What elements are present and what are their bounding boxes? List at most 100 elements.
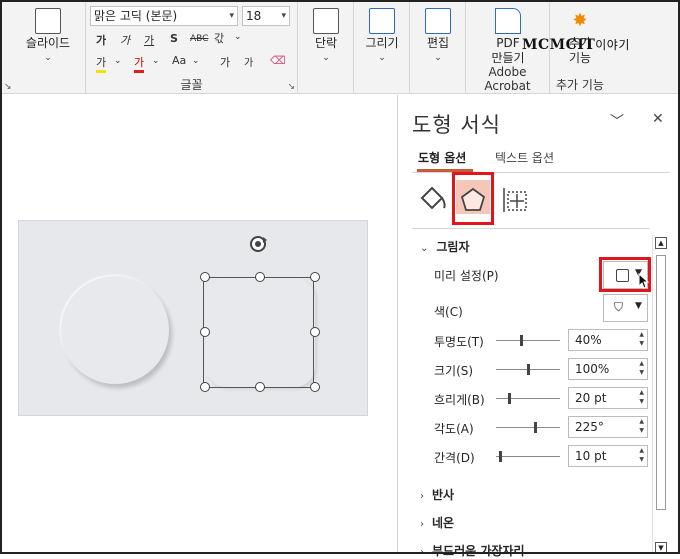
highlight-button[interactable]: 가 (96, 54, 107, 73)
drawing-button[interactable]: 그리기 ⌄ (360, 8, 404, 66)
paragraph-button[interactable]: 단락 ⌄ (306, 8, 346, 66)
underline-button[interactable]: 가 (144, 32, 154, 48)
dialog-launcher-icon[interactable]: ↘ (4, 82, 12, 92)
tab-divider (412, 172, 670, 173)
spinner-icon[interactable]: ▲ ▼ (639, 417, 644, 435)
dropdown-arrow-icon: ▾ (229, 11, 234, 21)
paragraph-icon (313, 8, 339, 34)
tab-text-options[interactable]: 텍스트 옵션 (495, 149, 554, 166)
circle-shape[interactable] (61, 276, 169, 384)
font-color-button[interactable]: 가 (134, 54, 145, 73)
tab-shape-options[interactable]: 도형 옵션 (418, 149, 466, 166)
blur-input[interactable]: 20 pt ▲ ▼ (568, 387, 648, 409)
scroll-up-icon[interactable]: ▲ (655, 237, 667, 249)
shrink-font-button[interactable]: 가 (244, 54, 253, 69)
slider-thumb[interactable] (499, 451, 502, 462)
close-icon[interactable]: ✕ (652, 111, 664, 127)
italic-button[interactable]: 가 (120, 32, 130, 48)
watermark-suffix: 이야기 (595, 38, 630, 52)
size-input[interactable]: 100% ▲ ▼ (568, 358, 648, 380)
scroll-down-icon[interactable]: ▼ (655, 542, 667, 554)
spinner-icon[interactable]: ▲ ▼ (639, 359, 644, 377)
rotate-handle-icon[interactable] (248, 234, 268, 254)
bold-button[interactable]: 가 (96, 32, 106, 48)
dropdown-arrow-icon: ▾ (281, 11, 286, 21)
angle-value: 225° (575, 420, 604, 434)
color-dropdown[interactable]: ⛉ ▼ (603, 294, 648, 322)
section-glow[interactable]: › 네온 (420, 514, 454, 531)
chevron-down-icon[interactable]: ⌄ (234, 32, 242, 42)
section-shadow[interactable]: ⌄ 그림자 (420, 238, 470, 255)
addins-label-line2: 기능 (568, 51, 592, 65)
dialog-launcher-icon[interactable]: ↘ (287, 82, 295, 92)
expand-icon: › (420, 491, 424, 502)
drawing-group: 그리기 ⌄ (354, 2, 410, 94)
distance-slider[interactable] (496, 451, 560, 462)
angle-input[interactable]: 225° ▲ ▼ (568, 416, 648, 438)
size-label: 크기(S) (434, 364, 474, 378)
angle-slider[interactable] (496, 422, 560, 433)
char-spacing-button[interactable]: 갃 (214, 30, 224, 46)
resize-handle[interactable] (200, 382, 210, 392)
fill-line-icon[interactable] (412, 180, 452, 220)
clear-format-icon[interactable]: ⌫ (270, 54, 286, 67)
pane-scrollbar[interactable]: ▲ ▼ (652, 235, 668, 554)
section-shadow-label: 그림자 (436, 240, 470, 254)
font-name-value: 맑은 고딕 (본문) (94, 9, 178, 23)
spinner-icon[interactable]: ▲ ▼ (639, 446, 644, 464)
chevron-down-icon[interactable]: ⌄ (152, 56, 160, 66)
transparency-slider[interactable] (496, 335, 560, 346)
addins-group-label: 추가 기능 (556, 78, 604, 92)
section-reflection[interactable]: › 반사 (420, 486, 454, 503)
spinner-icon[interactable]: ▲ ▼ (639, 388, 644, 406)
slide-canvas (2, 95, 397, 552)
size-properties-icon[interactable] (496, 180, 536, 220)
resize-handle[interactable] (255, 382, 265, 392)
blur-label: 흐리게(B) (434, 393, 485, 407)
blur-slider[interactable] (496, 393, 560, 404)
editing-label: 편집 (426, 36, 450, 50)
paint-bucket-icon: ⛉ (614, 300, 624, 314)
font-group-label: 글꼴 (180, 78, 203, 92)
size-slider[interactable] (496, 364, 560, 375)
chevron-down-icon[interactable]: ﹀ (610, 111, 624, 131)
slider-thumb[interactable] (534, 422, 537, 433)
spinner-icon[interactable]: ▲ ▼ (639, 330, 644, 348)
font-name-combo[interactable]: 맑은 고딕 (본문) ▾ (90, 6, 238, 26)
chevron-down-icon: ⌄ (434, 53, 442, 63)
grow-font-button[interactable]: 가 (220, 54, 230, 70)
transparency-value: 40% (575, 333, 602, 347)
effects-pentagon-icon[interactable] (453, 180, 493, 220)
change-case-button[interactable]: Aa (172, 54, 186, 67)
pdf-icon (495, 8, 521, 34)
paragraph-label: 단락 (314, 36, 338, 50)
scrollbar-thumb[interactable] (656, 255, 666, 510)
layout-button[interactable]: 슬라이드 ⌄ (22, 8, 74, 66)
strikethrough-button[interactable]: ABC (190, 34, 208, 44)
resize-handle[interactable] (200, 272, 210, 282)
transparency-input[interactable]: 40% ▲ ▼ (568, 329, 648, 351)
editing-button[interactable]: 편집 ⌄ (418, 8, 458, 66)
resize-handle[interactable] (310, 382, 320, 392)
mouse-cursor-icon (638, 273, 650, 289)
slider-thumb[interactable] (527, 364, 530, 375)
section-soft-edges[interactable]: › 부드러운 가장자리 (420, 542, 525, 559)
chevron-down-icon[interactable]: ⌄ (114, 56, 122, 66)
resize-handle[interactable] (310, 327, 320, 337)
chevron-down-icon: ⌄ (378, 53, 386, 63)
pdf-label-line2: 만들기 (491, 51, 525, 65)
font-size-value: 18 (246, 9, 262, 23)
resize-handle[interactable] (255, 272, 265, 282)
slides-group: 슬라이드 ⌄ ↘ (2, 2, 86, 94)
acrobat-group-label: Adobe Acrobat (484, 65, 531, 93)
chevron-down-icon[interactable]: ⌄ (192, 56, 200, 66)
resize-handle[interactable] (200, 327, 210, 337)
resize-handle[interactable] (310, 272, 320, 282)
shadow-button[interactable]: S (170, 32, 178, 45)
section-soft-edges-label: 부드러운 가장자리 (432, 544, 525, 558)
slider-thumb[interactable] (508, 393, 511, 404)
slider-thumb[interactable] (520, 335, 523, 346)
font-size-combo[interactable]: 18 ▾ (242, 6, 290, 26)
distance-input[interactable]: 10 pt ▲ ▼ (568, 445, 648, 467)
layout-label: 슬라이드 (25, 36, 71, 50)
